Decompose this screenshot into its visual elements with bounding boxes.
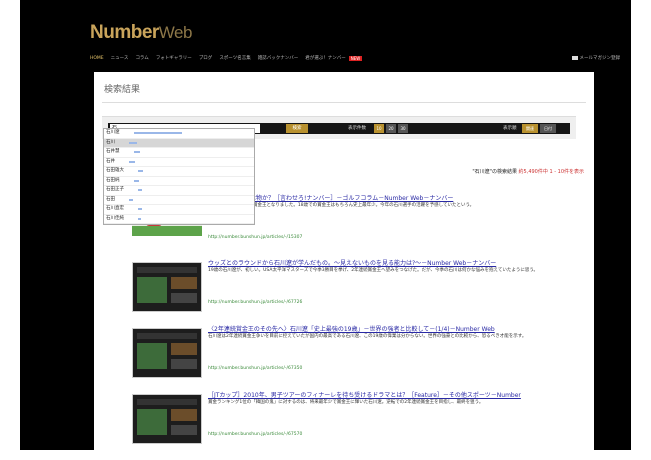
per-page-label: 表示件数 <box>348 126 366 131</box>
suggestion-item[interactable]: 石田 <box>104 196 254 205</box>
result-title[interactable]: ウッズとのラウンドから石川遼が学んだもの。～見えないものを見る能力は?～－Num… <box>208 258 582 267</box>
search-result: 〈2年連続賞金王のその先へ〉石川遼「史上最強の19歳」－世界の強者と比較して－(… <box>132 322 582 394</box>
search-result: ［JTカップ］2010年、男子ツアーのフィナーレを待ち受けるドラマとは？［Fea… <box>132 388 582 460</box>
result-description: 賞金ランキング1位の「韓国の鬼」に対するのは、将来最年少で賞金王に輝いた石川遼。… <box>208 400 484 405</box>
result-thumbnail[interactable] <box>132 394 202 444</box>
suggestion-item[interactable]: 石川遼 <box>104 129 254 139</box>
nav-item-back-numbers[interactable]: 雑誌バックナンバー <box>258 55 299 61</box>
per-page-20[interactable]: 20 <box>386 124 396 133</box>
summary-range: 1 - 10件を表示 <box>549 169 584 175</box>
nav-item-blog[interactable]: ブログ <box>199 55 213 61</box>
result-description: 19歳の石川遼が、初しい。USA太平洋マスターズで今季3勝目を挙げ、2年連続賞金… <box>208 268 539 273</box>
nav-item-sports-quotes[interactable]: スポーツ名言集 <box>219 55 250 61</box>
suggestion-dropdown: 石川遼 石川 石井慧 石井 石田雄大 石田純 石田正子 石田 石川直宏 石川佳純 <box>103 128 255 225</box>
result-thumbnail[interactable] <box>132 262 202 312</box>
result-description: ルファー石川遼選手の賞金王となりました。18歳での賞金王はもちろん史上最年少。今… <box>208 203 475 208</box>
suggestion-item[interactable]: 石川 <box>104 138 254 148</box>
result-title[interactable]: 石川遼の強さは本物か？［言わせろ!ナンバー］－ゴルフコラム－Number Web… <box>208 193 582 202</box>
mail-icon <box>571 56 578 60</box>
result-title[interactable]: ［JTカップ］2010年、男子ツアーのフィナーレを待ち受けるドラマとは？［Fea… <box>208 390 582 399</box>
site-logo[interactable]: NumberWeb <box>90 22 192 44</box>
nav-item-column[interactable]: コラム <box>135 55 148 61</box>
result-url[interactable]: http://number.bunshun.jp/articles/-/1530… <box>208 235 302 240</box>
suggestion-item[interactable]: 石川直宏 <box>104 205 254 215</box>
search-button[interactable]: 検索 <box>286 124 308 133</box>
result-description: 石川遼は2年連続賞金王争いを目前に控えていたが国内の最高である石川遼、この19歳… <box>208 334 527 339</box>
main-nav: HOME ニュース コラム フォトギャラリー ブログ スポーツ名言集 雑誌バック… <box>90 52 620 64</box>
suggestion-item[interactable]: 石田正子 <box>104 186 254 196</box>
result-thumbnail[interactable] <box>132 328 202 378</box>
sort-date[interactable]: 日付 <box>540 124 556 133</box>
result-summary: "石川遼"の検索結果 約5,490件中 1 - 10件を表示 <box>472 168 584 175</box>
sort-label: 表示順 <box>503 126 517 131</box>
nav-item-vote[interactable]: 君が選ぶ！ナンバー <box>305 55 346 61</box>
logo-web: Web <box>158 23 193 42</box>
search-result: ウッズとのラウンドから石川遼が学んだもの。～見えないものを見る能力は?～－Num… <box>132 256 582 328</box>
result-title[interactable]: 〈2年連続賞金王のその先へ〉石川遼「史上最強の19歳」－世界の強者と比較して－(… <box>208 324 582 333</box>
summary-query: "石川遼" <box>472 169 492 175</box>
new-badge: NEW <box>348 55 363 61</box>
logo-number: Number <box>90 22 159 43</box>
result-url[interactable]: http://number.bunshun.jp/articles/-/6735… <box>208 366 302 371</box>
nav-item-news[interactable]: ニュース <box>111 55 129 61</box>
suggestion-item[interactable]: 石井 <box>104 158 254 167</box>
nav-item-photo-gallery[interactable]: フォトギャラリー <box>156 55 192 61</box>
content-panel: 検索結果 石 検索 表示件数 10 20 30 表示順 関連 日付 石川遼 石川… <box>94 72 594 450</box>
sort-relevance[interactable]: 関連 <box>522 124 538 133</box>
suggestion-item[interactable]: 石川佳純 <box>104 215 254 224</box>
summary-count: 約5,490件中 <box>518 169 548 175</box>
result-url[interactable]: http://number.bunshun.jp/articles/-/6757… <box>208 432 302 437</box>
page-background: NumberWeb HOME ニュース コラム フォトギャラリー ブログ スポー… <box>20 0 631 450</box>
suggestion-item[interactable]: 石田純 <box>104 177 254 186</box>
title-divider <box>102 102 586 103</box>
per-page-30[interactable]: 30 <box>398 124 408 133</box>
mail-magazine-link[interactable]: メールマガジン登録 <box>571 55 621 61</box>
mail-magazine-label: メールマガジン登録 <box>579 56 621 61</box>
nav-item-home[interactable]: HOME <box>90 56 104 61</box>
suggestion-item[interactable]: 石田雄大 <box>104 167 254 177</box>
per-page-10[interactable]: 10 <box>374 124 384 133</box>
summary-prefix: の検索結果 <box>491 169 517 175</box>
result-url[interactable]: http://number.bunshun.jp/articles/-/6772… <box>208 300 302 305</box>
suggestion-item[interactable]: 石井慧 <box>104 148 254 158</box>
page-title: 検索結果 <box>104 85 141 95</box>
